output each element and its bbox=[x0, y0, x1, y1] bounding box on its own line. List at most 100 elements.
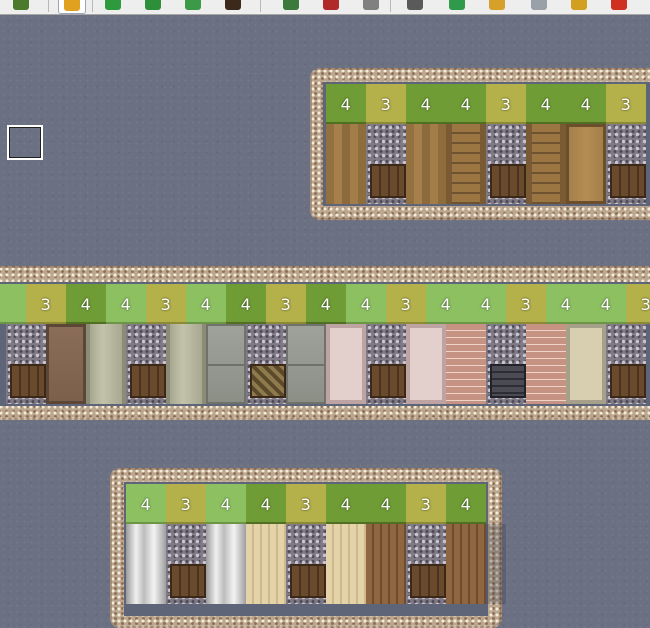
floor-tile[interactable]: 4 bbox=[186, 284, 226, 324]
small-door-tile bbox=[290, 564, 326, 598]
floor-tile[interactable]: 3 bbox=[146, 284, 186, 324]
region-id-label: 4 bbox=[240, 294, 252, 314]
floor-tile[interactable]: 4 bbox=[446, 484, 486, 524]
toolbar-separator bbox=[390, 0, 391, 12]
region-id-label: 4 bbox=[480, 294, 492, 314]
region-id-label: 4 bbox=[580, 94, 592, 114]
settings-icon bbox=[407, 0, 423, 10]
wood-tile[interactable] bbox=[406, 124, 446, 204]
floor-tile[interactable]: 4 bbox=[126, 484, 166, 524]
database-button[interactable] bbox=[566, 0, 592, 12]
sage-tile[interactable] bbox=[166, 324, 206, 404]
floor-tile[interactable]: 4 bbox=[206, 484, 246, 524]
rectangle-icon bbox=[105, 0, 121, 10]
floor-tile[interactable]: 4 bbox=[546, 284, 586, 324]
terrain-button[interactable] bbox=[8, 0, 34, 12]
resource-manager-icon bbox=[449, 0, 465, 10]
floor-tile[interactable]: 4 bbox=[566, 84, 606, 124]
wood-door-tile[interactable] bbox=[566, 124, 606, 204]
small-door-tile bbox=[170, 564, 206, 598]
ornate-wall-tile[interactable] bbox=[406, 524, 446, 604]
sage-tile[interactable] bbox=[86, 324, 126, 404]
wood-ladder-tile[interactable] bbox=[526, 124, 566, 204]
ornate-wall-tile[interactable] bbox=[486, 324, 526, 404]
planks-tile[interactable] bbox=[366, 524, 406, 604]
shadow-overlay bbox=[486, 524, 506, 604]
pencil-button[interactable] bbox=[58, 0, 86, 14]
tile-cursor[interactable] bbox=[7, 125, 43, 160]
actual-size-button[interactable] bbox=[358, 0, 384, 12]
floor-tile[interactable]: 4 bbox=[446, 84, 486, 124]
floor-tile[interactable]: 4 bbox=[326, 484, 366, 524]
floor-tile[interactable]: 3 bbox=[266, 284, 306, 324]
floor-tile[interactable]: 4 bbox=[466, 284, 506, 324]
floor-tile[interactable]: 4 bbox=[426, 284, 466, 324]
zoom-in-button[interactable] bbox=[278, 0, 304, 12]
floor-tile[interactable]: 3 bbox=[366, 84, 406, 124]
cream-tile[interactable] bbox=[566, 324, 606, 404]
floor-tile[interactable]: 3 bbox=[406, 484, 446, 524]
floor-tile[interactable]: 3 bbox=[506, 284, 546, 324]
floor-tile[interactable]: 4 bbox=[306, 284, 346, 324]
floor-tile[interactable]: 3 bbox=[286, 484, 326, 524]
ornate-wall-tile[interactable] bbox=[606, 324, 646, 404]
ornate-wall-tile[interactable] bbox=[126, 324, 166, 404]
column-tile[interactable] bbox=[126, 524, 166, 604]
floor-tile[interactable]: 3 bbox=[26, 284, 66, 324]
ellipse-button[interactable] bbox=[140, 0, 166, 12]
column-tile[interactable] bbox=[206, 524, 246, 604]
floor-tile[interactable]: 4 bbox=[106, 284, 146, 324]
brick-tile[interactable] bbox=[526, 324, 566, 404]
floor-tile[interactable]: 4 bbox=[366, 484, 406, 524]
curtain-tile[interactable] bbox=[246, 524, 286, 604]
flood-fill-button[interactable] bbox=[180, 0, 206, 12]
floor-tile[interactable]: 3 bbox=[606, 84, 646, 124]
zoom-out-button[interactable] bbox=[318, 0, 344, 12]
floor-tile[interactable] bbox=[0, 284, 26, 324]
ornate-wall-tile[interactable] bbox=[366, 324, 406, 404]
planks-tile[interactable] bbox=[446, 524, 486, 604]
pink-tile[interactable] bbox=[406, 324, 446, 404]
stone-tile[interactable] bbox=[286, 324, 326, 404]
ornate-wall-tile[interactable] bbox=[166, 524, 206, 604]
stone-tile[interactable] bbox=[206, 324, 246, 404]
floor-tile[interactable]: 4 bbox=[406, 84, 446, 124]
floor-tile[interactable]: 4 bbox=[326, 84, 366, 124]
ornate-wall-tile[interactable] bbox=[286, 524, 326, 604]
brick-tile[interactable] bbox=[446, 324, 486, 404]
region-id-label: 4 bbox=[340, 94, 352, 114]
ornate-wall-tile[interactable] bbox=[246, 324, 286, 404]
floor-tile[interactable]: 3 bbox=[626, 284, 650, 324]
ornate-wall-tile[interactable] bbox=[366, 124, 406, 204]
database-icon bbox=[571, 0, 587, 10]
floor-tile[interactable]: 4 bbox=[346, 284, 386, 324]
playtest-button[interactable] bbox=[606, 0, 632, 12]
region-id-label: 4 bbox=[220, 494, 232, 514]
floor-tile[interactable]: 4 bbox=[226, 284, 266, 324]
floor-tile[interactable]: 3 bbox=[386, 284, 426, 324]
curtain-tile[interactable] bbox=[326, 524, 366, 604]
resource-manager-button[interactable] bbox=[444, 0, 470, 12]
wood-ladder-tile[interactable] bbox=[446, 124, 486, 204]
ornate-wall-tile[interactable] bbox=[6, 324, 46, 404]
rectangle-button[interactable] bbox=[100, 0, 126, 12]
shadow-pen-button[interactable] bbox=[220, 0, 246, 12]
ornate-wall-tile[interactable] bbox=[606, 124, 646, 204]
toolbar-separator bbox=[92, 0, 93, 12]
floor-tile[interactable]: 4 bbox=[66, 284, 106, 324]
wood-tile[interactable] bbox=[326, 124, 366, 204]
brown-panel-tile[interactable] bbox=[46, 324, 86, 404]
script-editor-button[interactable] bbox=[484, 0, 510, 12]
sound-test-button[interactable] bbox=[526, 0, 552, 12]
ornate-wall-tile[interactable] bbox=[486, 124, 526, 204]
region-id-label: 4 bbox=[340, 494, 352, 514]
floor-tile[interactable]: 4 bbox=[586, 284, 626, 324]
region-id-label: 3 bbox=[420, 494, 432, 514]
region-id-label: 3 bbox=[400, 294, 412, 314]
floor-tile[interactable]: 4 bbox=[246, 484, 286, 524]
settings-button[interactable] bbox=[402, 0, 428, 12]
floor-tile[interactable]: 3 bbox=[166, 484, 206, 524]
pink-tile[interactable] bbox=[326, 324, 366, 404]
floor-tile[interactable]: 3 bbox=[486, 84, 526, 124]
floor-tile[interactable]: 4 bbox=[526, 84, 566, 124]
